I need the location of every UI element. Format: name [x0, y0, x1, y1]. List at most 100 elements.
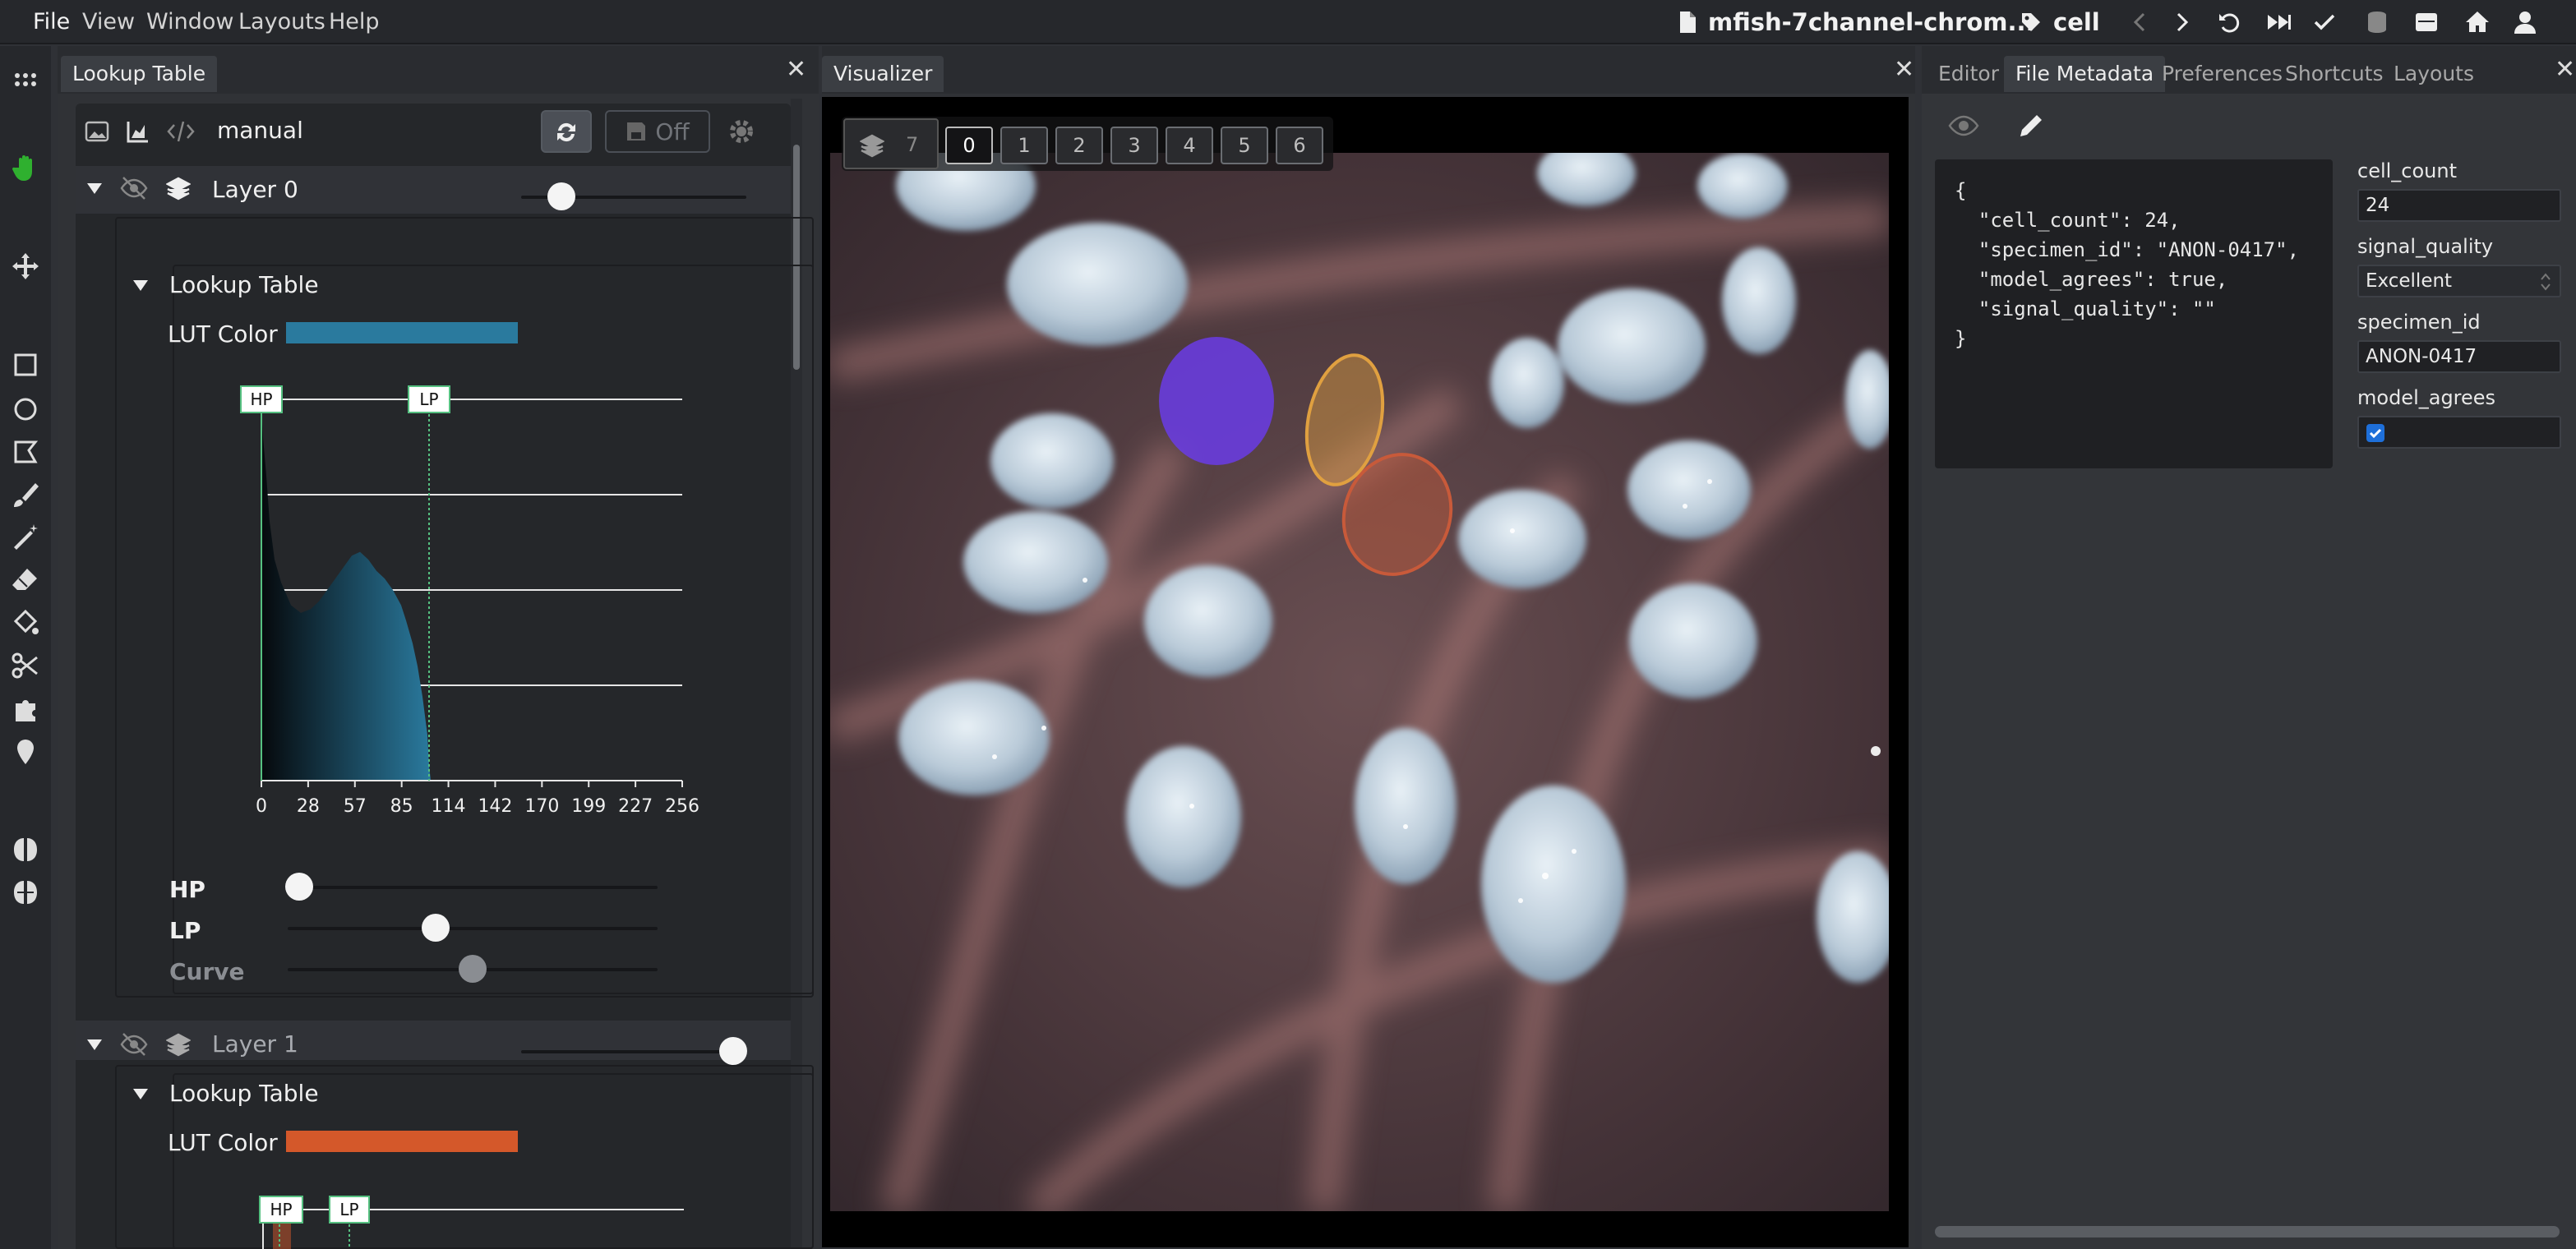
hp-slider-thumb[interactable] — [284, 873, 313, 901]
tag-display[interactable]: cell — [2020, 7, 2100, 38]
microscopy-image[interactable] — [830, 153, 1889, 1211]
rectangle-tool-icon[interactable] — [11, 350, 40, 380]
tab-editor[interactable]: Editor — [1927, 56, 2010, 92]
pencil-icon[interactable] — [2017, 112, 2045, 140]
save-toggle-button[interactable]: Off — [605, 110, 710, 153]
curve-slider-thumb[interactable] — [459, 955, 487, 983]
image-icon[interactable] — [84, 118, 110, 145]
brain-alt-icon[interactable] — [11, 878, 40, 907]
lut-color-label-1: LUT Color — [168, 1129, 278, 1156]
model-agrees-label: model_agrees — [2357, 386, 2496, 409]
menu-help[interactable]: Help — [329, 8, 380, 36]
signal-quality-select[interactable]: Excellent — [2357, 265, 2561, 297]
histogram-chart[interactable]: 0 28 57 85 114 142 170 199 227 256 HP LP — [181, 375, 715, 835]
visibility-off-icon[interactable] — [120, 176, 148, 200]
visibility-off-icon[interactable] — [120, 1032, 148, 1057]
annotation-purple[interactable] — [1159, 337, 1274, 465]
home-icon — [2466, 12, 2489, 32]
eraser-tool-icon[interactable] — [11, 565, 40, 595]
layer-count-button[interactable]: 7 — [843, 118, 939, 169]
layer-0-name: Layer 0 — [212, 176, 298, 203]
fill-eraser-icon[interactable] — [11, 608, 40, 638]
channel-button-5[interactable]: 5 — [1221, 127, 1268, 164]
check-icon — [2314, 14, 2335, 30]
menu-layouts[interactable]: Layouts — [238, 8, 325, 36]
tab-lookup-table[interactable]: Lookup Table — [61, 56, 218, 92]
channel-button-4[interactable]: 4 — [1166, 127, 1213, 164]
model-agrees-checkbox[interactable] — [2366, 423, 2385, 443]
sync-button[interactable] — [541, 110, 592, 153]
channel-button-3[interactable]: 3 — [1110, 127, 1158, 164]
prev-button[interactable] — [2127, 7, 2154, 38]
magic-wand-icon[interactable] — [11, 523, 40, 552]
histogram-icon[interactable] — [125, 118, 151, 145]
tab-layouts[interactable]: Layouts — [2382, 56, 2486, 92]
collapse-lookup-table-1-icon[interactable] — [132, 1085, 150, 1103]
layer-1-opacity-thumb[interactable] — [718, 1037, 747, 1065]
collapse-layer-0-icon[interactable] — [85, 179, 104, 197]
move-tool-icon[interactable] — [11, 251, 40, 281]
close-lookup-icon[interactable]: ✕ — [786, 58, 806, 82]
x-tick-label: 199 — [571, 796, 606, 817]
channel-button-0[interactable]: 0 — [945, 127, 993, 164]
lut-color-swatch-0[interactable] — [286, 322, 518, 343]
cell-count-field[interactable]: 24 — [2357, 189, 2561, 222]
layer-1-opacity-slider[interactable] — [521, 1050, 746, 1053]
accept-button[interactable] — [2311, 7, 2338, 38]
apps-grid-icon[interactable] — [11, 66, 40, 95]
tab-visualizer[interactable]: Visualizer — [822, 56, 944, 92]
file-name: mfish-7channel-chrom... — [1708, 8, 2035, 36]
gear-icon[interactable] — [728, 118, 755, 145]
layer-1-name: Layer 1 — [212, 1030, 298, 1058]
puzzle-icon[interactable] — [11, 695, 40, 725]
channel-button-6[interactable]: 6 — [1276, 127, 1323, 164]
collapse-lookup-table-0-icon[interactable] — [132, 276, 150, 294]
close-visualizer-icon[interactable]: ✕ — [1894, 58, 1914, 82]
scissors-icon[interactable] — [11, 651, 40, 680]
hp-slider[interactable] — [288, 886, 658, 889]
curve-label: Curve — [169, 958, 245, 985]
refresh-button[interactable] — [2216, 7, 2242, 38]
lp-slider-thumb[interactable] — [422, 914, 450, 942]
home-button[interactable] — [2464, 7, 2491, 38]
x-tick-label: 0 — [256, 796, 267, 817]
lp-slider[interactable] — [288, 927, 658, 930]
brush-tool-icon[interactable] — [11, 480, 40, 509]
user-button[interactable] — [2512, 7, 2538, 38]
histogram-x-axis: 0 28 57 85 114 142 170 199 227 256 — [256, 780, 699, 817]
menu-view[interactable]: View — [82, 8, 135, 36]
histogram-chart-1[interactable]: HP LP — [181, 1188, 715, 1249]
polygon-tool-icon[interactable] — [11, 437, 40, 467]
marker-pin-icon[interactable] — [11, 738, 40, 767]
lut-mode-label[interactable]: manual — [217, 117, 303, 144]
menu-file[interactable]: File — [33, 8, 70, 36]
select-arrows-icon — [2541, 273, 2551, 291]
code-icon[interactable] — [166, 118, 196, 145]
lut-color-swatch-1[interactable] — [286, 1131, 518, 1152]
ellipse-tool-icon[interactable] — [11, 394, 40, 424]
hand-tool-icon[interactable] — [11, 153, 40, 182]
tab-file-metadata[interactable]: File Metadata — [2004, 56, 2166, 92]
tab-shortcuts[interactable]: Shortcuts — [2274, 56, 2395, 92]
layout-button[interactable] — [2413, 7, 2440, 38]
brain-icon[interactable] — [11, 835, 40, 864]
fast-forward-button[interactable] — [2265, 7, 2292, 38]
lp-label: LP — [169, 917, 201, 944]
collapse-layer-1-icon[interactable] — [85, 1035, 104, 1053]
channel-button-1[interactable]: 1 — [1000, 127, 1048, 164]
cell-count-label: cell_count — [2357, 159, 2458, 182]
marker-tag-label-hp: HP — [250, 389, 272, 409]
eye-icon[interactable] — [1948, 113, 1979, 138]
menu-window[interactable]: Window — [146, 8, 233, 36]
visualizer-panel: Visualizer ✕ 7 0 1 2 3 4 5 6 — [822, 46, 1915, 1249]
tag-icon — [2022, 13, 2040, 31]
histogram-area-series — [261, 407, 431, 781]
tab-preferences[interactable]: Preferences — [2150, 56, 2294, 92]
close-metadata-icon[interactable]: ✕ — [2555, 58, 2575, 82]
metadata-h-scrollbar[interactable] — [1935, 1226, 2560, 1237]
channel-button-2[interactable]: 2 — [1055, 127, 1103, 164]
next-button[interactable] — [2168, 7, 2195, 38]
database-button[interactable] — [2364, 7, 2390, 38]
specimen-id-field[interactable]: ANON-0417 — [2357, 340, 2561, 373]
layout-icon — [2416, 13, 2437, 31]
